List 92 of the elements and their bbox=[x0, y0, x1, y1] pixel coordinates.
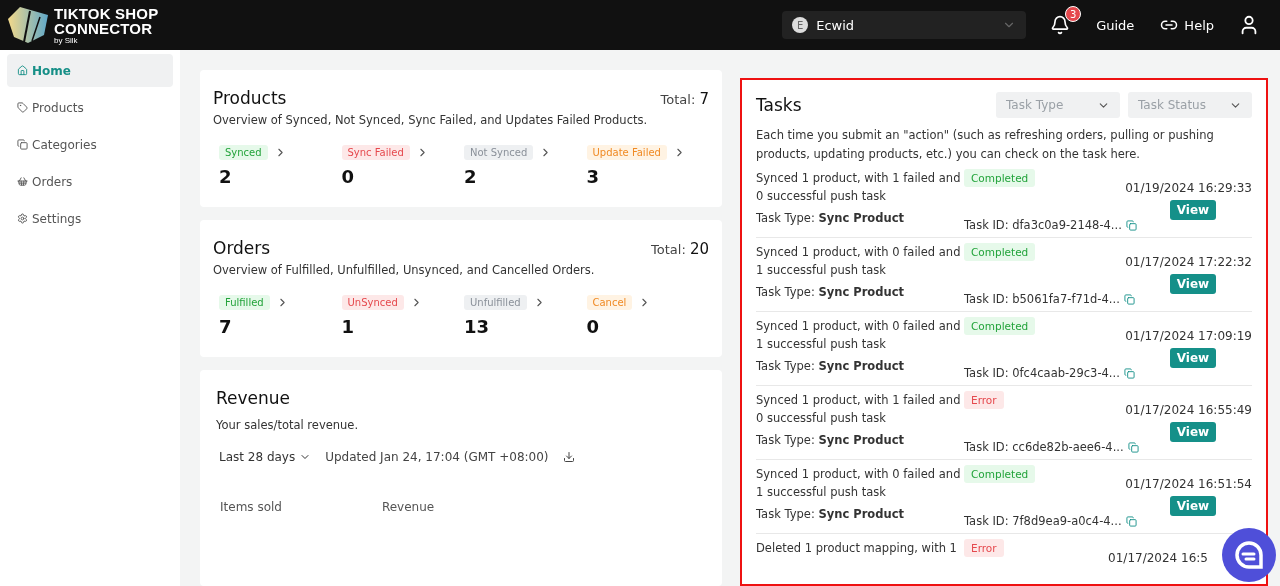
task-description: Synced 1 product, with 0 failed and 1 successful push task bbox=[756, 244, 962, 279]
task-date: 01/17/2024 16:5 bbox=[1108, 551, 1208, 565]
status-tag: Error bbox=[964, 539, 1004, 557]
status-tag[interactable]: Not Synced bbox=[464, 145, 534, 160]
copy-icon[interactable] bbox=[1125, 219, 1137, 231]
filter-dropdown[interactable]: Task Status bbox=[1128, 92, 1252, 118]
card-title: Products bbox=[213, 88, 287, 108]
task-id: Task ID: 0fc4caab-29c3-4... bbox=[964, 366, 1120, 380]
task-type: Task Type: Sync Product bbox=[756, 211, 905, 225]
status-tag: Completed bbox=[964, 169, 1036, 187]
status-tag[interactable]: Unfulfilled bbox=[464, 295, 527, 310]
task-description: Deleted 1 product mapping, with 1 bbox=[756, 540, 958, 557]
status-tag: Error bbox=[964, 391, 1004, 409]
total-text: Total: 20 bbox=[651, 240, 709, 258]
stat-value: 7 bbox=[219, 316, 233, 337]
card-subtitle: Overview of Fulfilled, Unfulfilled, Unsynced, and Cancelled Orders. bbox=[213, 263, 596, 277]
stat-value: 2 bbox=[464, 166, 478, 187]
status-tag: Completed bbox=[964, 243, 1036, 261]
nav-link[interactable]: Help bbox=[1160, 16, 1214, 34]
task-id: Task ID: b5061fa7-f71d-4... bbox=[964, 292, 1120, 306]
sidebar-item[interactable]: Orders bbox=[7, 165, 173, 198]
download-icon[interactable] bbox=[562, 451, 575, 463]
status-tag[interactable]: UnSynced bbox=[341, 295, 404, 310]
task-date: 01/17/2024 16:55:49 bbox=[1125, 403, 1252, 417]
task-id: Task ID: dfa3c0a9-2148-4... bbox=[964, 218, 1122, 232]
view-button[interactable]: View bbox=[1170, 422, 1216, 442]
view-button[interactable]: View bbox=[1170, 496, 1216, 516]
stat-value: 0 bbox=[341, 166, 356, 187]
task-id: Task ID: 7f8d9ea9-a0c4-4... bbox=[964, 514, 1122, 528]
gear-icon bbox=[17, 213, 28, 224]
task-description: Synced 1 product, with 0 failed and 1 successful push task bbox=[756, 466, 962, 501]
task-description: Synced 1 product, with 0 failed and 1 successful push task bbox=[756, 318, 962, 353]
task-type: Task Type: Sync Product bbox=[756, 285, 905, 299]
stat-value: 13 bbox=[464, 316, 491, 337]
copy-icon[interactable] bbox=[1127, 441, 1139, 453]
view-button[interactable]: View bbox=[1170, 348, 1216, 368]
status-tag[interactable]: Synced bbox=[219, 145, 268, 160]
task-type: Task Type: Sync Product bbox=[756, 507, 905, 521]
task-type: Task Type: Sync Product bbox=[756, 433, 905, 447]
stat-value: 3 bbox=[586, 166, 601, 187]
view-button[interactable]: View bbox=[1170, 274, 1216, 294]
stat-value: 2 bbox=[219, 166, 233, 187]
stat-value: 1 bbox=[341, 316, 356, 337]
tasks-intro: Each time you submit an "action" (such as refreshing orders, pulling or pushing products, updating products, etc.) you can check on the task here. bbox=[756, 127, 1215, 163]
filter-dropdown[interactable]: Task Type bbox=[996, 92, 1120, 118]
task-id: Task ID: cc6de82b-aee6-4... bbox=[964, 440, 1124, 454]
home-icon bbox=[17, 65, 28, 76]
store-avatar: E bbox=[792, 17, 809, 33]
task-date: 01/17/2024 16:51:54 bbox=[1125, 477, 1252, 491]
task-type: Task Type: Sync Product bbox=[756, 359, 905, 373]
column-header: Items sold bbox=[220, 500, 282, 514]
card-subtitle: Overview of Synced, Not Synced, Sync Failed, and Updates Failed Products. bbox=[213, 113, 649, 127]
card-subtitle: Your sales/total revenue. bbox=[215, 418, 360, 432]
nav-link[interactable]: Guide bbox=[1096, 17, 1135, 33]
store-selector[interactable]: E Ecwid bbox=[782, 11, 1027, 39]
bell-icon[interactable] bbox=[1050, 15, 1071, 35]
card-title: Revenue bbox=[215, 388, 292, 408]
copy-icon[interactable] bbox=[1123, 367, 1135, 379]
status-tag[interactable]: Update Failed bbox=[586, 145, 667, 160]
updated-text: Updated Jan 24, 17:04 (GMT +08:00) bbox=[325, 450, 549, 464]
status-tag: Completed bbox=[964, 465, 1036, 483]
period-dropdown[interactable]: Last 28 days bbox=[219, 450, 312, 464]
tag-icon bbox=[17, 102, 28, 113]
sidebar-item[interactable]: Categories bbox=[7, 128, 173, 161]
logo-text: TIKTOK SHOP bbox=[54, 5, 159, 21]
task-date: 01/19/2024 16:29:33 bbox=[1125, 181, 1252, 195]
basket-icon bbox=[17, 176, 28, 187]
logo-text: CONNECTOR bbox=[54, 20, 154, 36]
sidebar-item[interactable]: Home bbox=[7, 54, 173, 87]
notification-count: 3 bbox=[1065, 6, 1082, 22]
chat-icon bbox=[1234, 540, 1264, 570]
copy-icon[interactable] bbox=[1123, 293, 1135, 305]
copy-icon[interactable] bbox=[1125, 515, 1137, 527]
copy-icon bbox=[17, 139, 28, 150]
card-title: Tasks bbox=[756, 95, 803, 115]
view-button[interactable]: View bbox=[1170, 200, 1216, 220]
status-tag[interactable]: Fulfilled bbox=[219, 295, 270, 310]
logo-icon bbox=[6, 5, 50, 45]
status-tag[interactable]: Sync Failed bbox=[341, 145, 410, 160]
stat-value: 0 bbox=[586, 316, 601, 337]
column-header: Revenue bbox=[381, 500, 435, 514]
status-tag: Completed bbox=[964, 317, 1036, 335]
total-text: Total: 7 bbox=[660, 90, 709, 108]
logo-tagline: by Silk bbox=[54, 35, 79, 45]
card-title: Orders bbox=[213, 238, 271, 258]
task-date: 01/17/2024 17:09:19 bbox=[1125, 329, 1252, 343]
task-date: 01/17/2024 17:22:32 bbox=[1125, 255, 1252, 269]
status-tag[interactable]: Cancel bbox=[586, 295, 633, 310]
task-description: Synced 1 product, with 1 failed and 0 successful push task bbox=[756, 392, 962, 427]
sidebar-item[interactable]: Products bbox=[7, 91, 173, 124]
task-description: Synced 1 product, with 1 failed and 0 successful push task bbox=[756, 170, 962, 205]
sidebar-item[interactable]: Settings bbox=[7, 202, 173, 235]
